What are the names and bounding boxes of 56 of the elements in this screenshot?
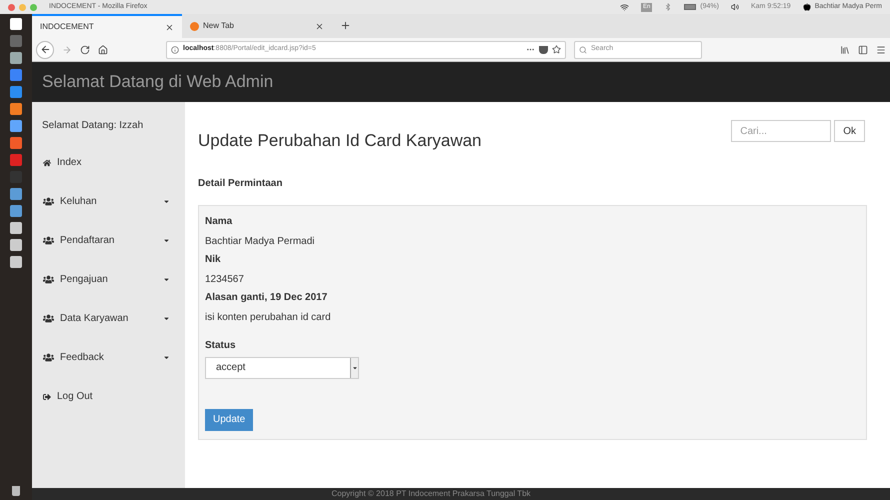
field-label: Nama — [205, 214, 234, 228]
greeting: Selamat Datang: Izzah — [42, 119, 144, 133]
header-title: Selamat Datang di Web Admin — [42, 71, 274, 94]
field-value: 1234567 — [205, 272, 245, 286]
field-label: Nik — [205, 252, 222, 266]
reload-icon[interactable] — [80, 44, 90, 54]
section-title: Detail Permintaan — [198, 176, 284, 190]
logout-icon — [43, 392, 51, 400]
library-icon[interactable] — [840, 44, 850, 54]
caret-icon — [163, 198, 170, 205]
home-icon — [43, 158, 51, 166]
new-tab-icon[interactable] — [340, 20, 351, 31]
status-select[interactable]: accept — [205, 356, 359, 378]
status-label: Status — [205, 338, 237, 352]
back-button[interactable] — [36, 40, 54, 58]
browser-tab[interactable]: INDOCEMENT — [32, 14, 182, 38]
users-icon — [43, 196, 54, 207]
star-icon[interactable] — [552, 45, 561, 54]
field-value: isi konten perubahan id card — [205, 310, 332, 324]
close-icon[interactable] — [315, 22, 324, 30]
battery-icon[interactable] — [684, 4, 696, 10]
firefox-logo-icon — [190, 22, 199, 30]
bluetooth-icon[interactable] — [664, 3, 672, 11]
back-arrow-icon — [40, 44, 50, 55]
footer-text: Copyright © 2018 PT Indocement Prakarsa Tunggal Tbk — [331, 488, 531, 500]
info-icon[interactable] — [171, 46, 179, 54]
close-icon[interactable] — [165, 22, 174, 32]
field-value: Bachtiar Madya Permadi — [205, 234, 316, 248]
sidebar-item[interactable]: Keluhan — [42, 182, 175, 221]
sidebar-item[interactable]: Index — [42, 143, 175, 182]
caret-icon — [163, 237, 170, 244]
home-icon[interactable] — [98, 44, 108, 54]
sidebar-item[interactable]: Pendaftaran — [42, 221, 175, 260]
field-label: Alasan ganti, 19 Dec 2017 — [205, 290, 328, 304]
sidebar-item[interactable]: Feedback — [42, 338, 175, 377]
users-icon — [43, 313, 54, 324]
wifi-icon[interactable] — [620, 2, 629, 12]
speaker-icon[interactable] — [730, 3, 739, 11]
caret-icon — [163, 315, 170, 322]
caret-icon — [163, 276, 170, 283]
caret-icon — [352, 364, 358, 370]
menu-icon[interactable] — [876, 44, 886, 54]
sidebar-item[interactable]: Pengajuan — [42, 260, 175, 299]
update-button[interactable]: Update — [205, 408, 254, 430]
users-icon — [43, 352, 54, 363]
sidebar-item[interactable]: Log Out — [42, 377, 175, 416]
apple-icon[interactable] — [802, 3, 811, 11]
pocket-icon[interactable] — [539, 46, 548, 54]
users-icon — [43, 235, 54, 246]
page-title: Update Perubahan Id Card Karyawan — [198, 130, 482, 152]
users-icon — [43, 274, 54, 285]
search-icon — [579, 46, 587, 54]
caret-icon — [163, 354, 170, 361]
sidebar-icon[interactable] — [858, 44, 868, 54]
sidebar-item[interactable]: Data Karyawan — [42, 299, 175, 338]
ok-button[interactable]: Ok — [834, 120, 865, 142]
